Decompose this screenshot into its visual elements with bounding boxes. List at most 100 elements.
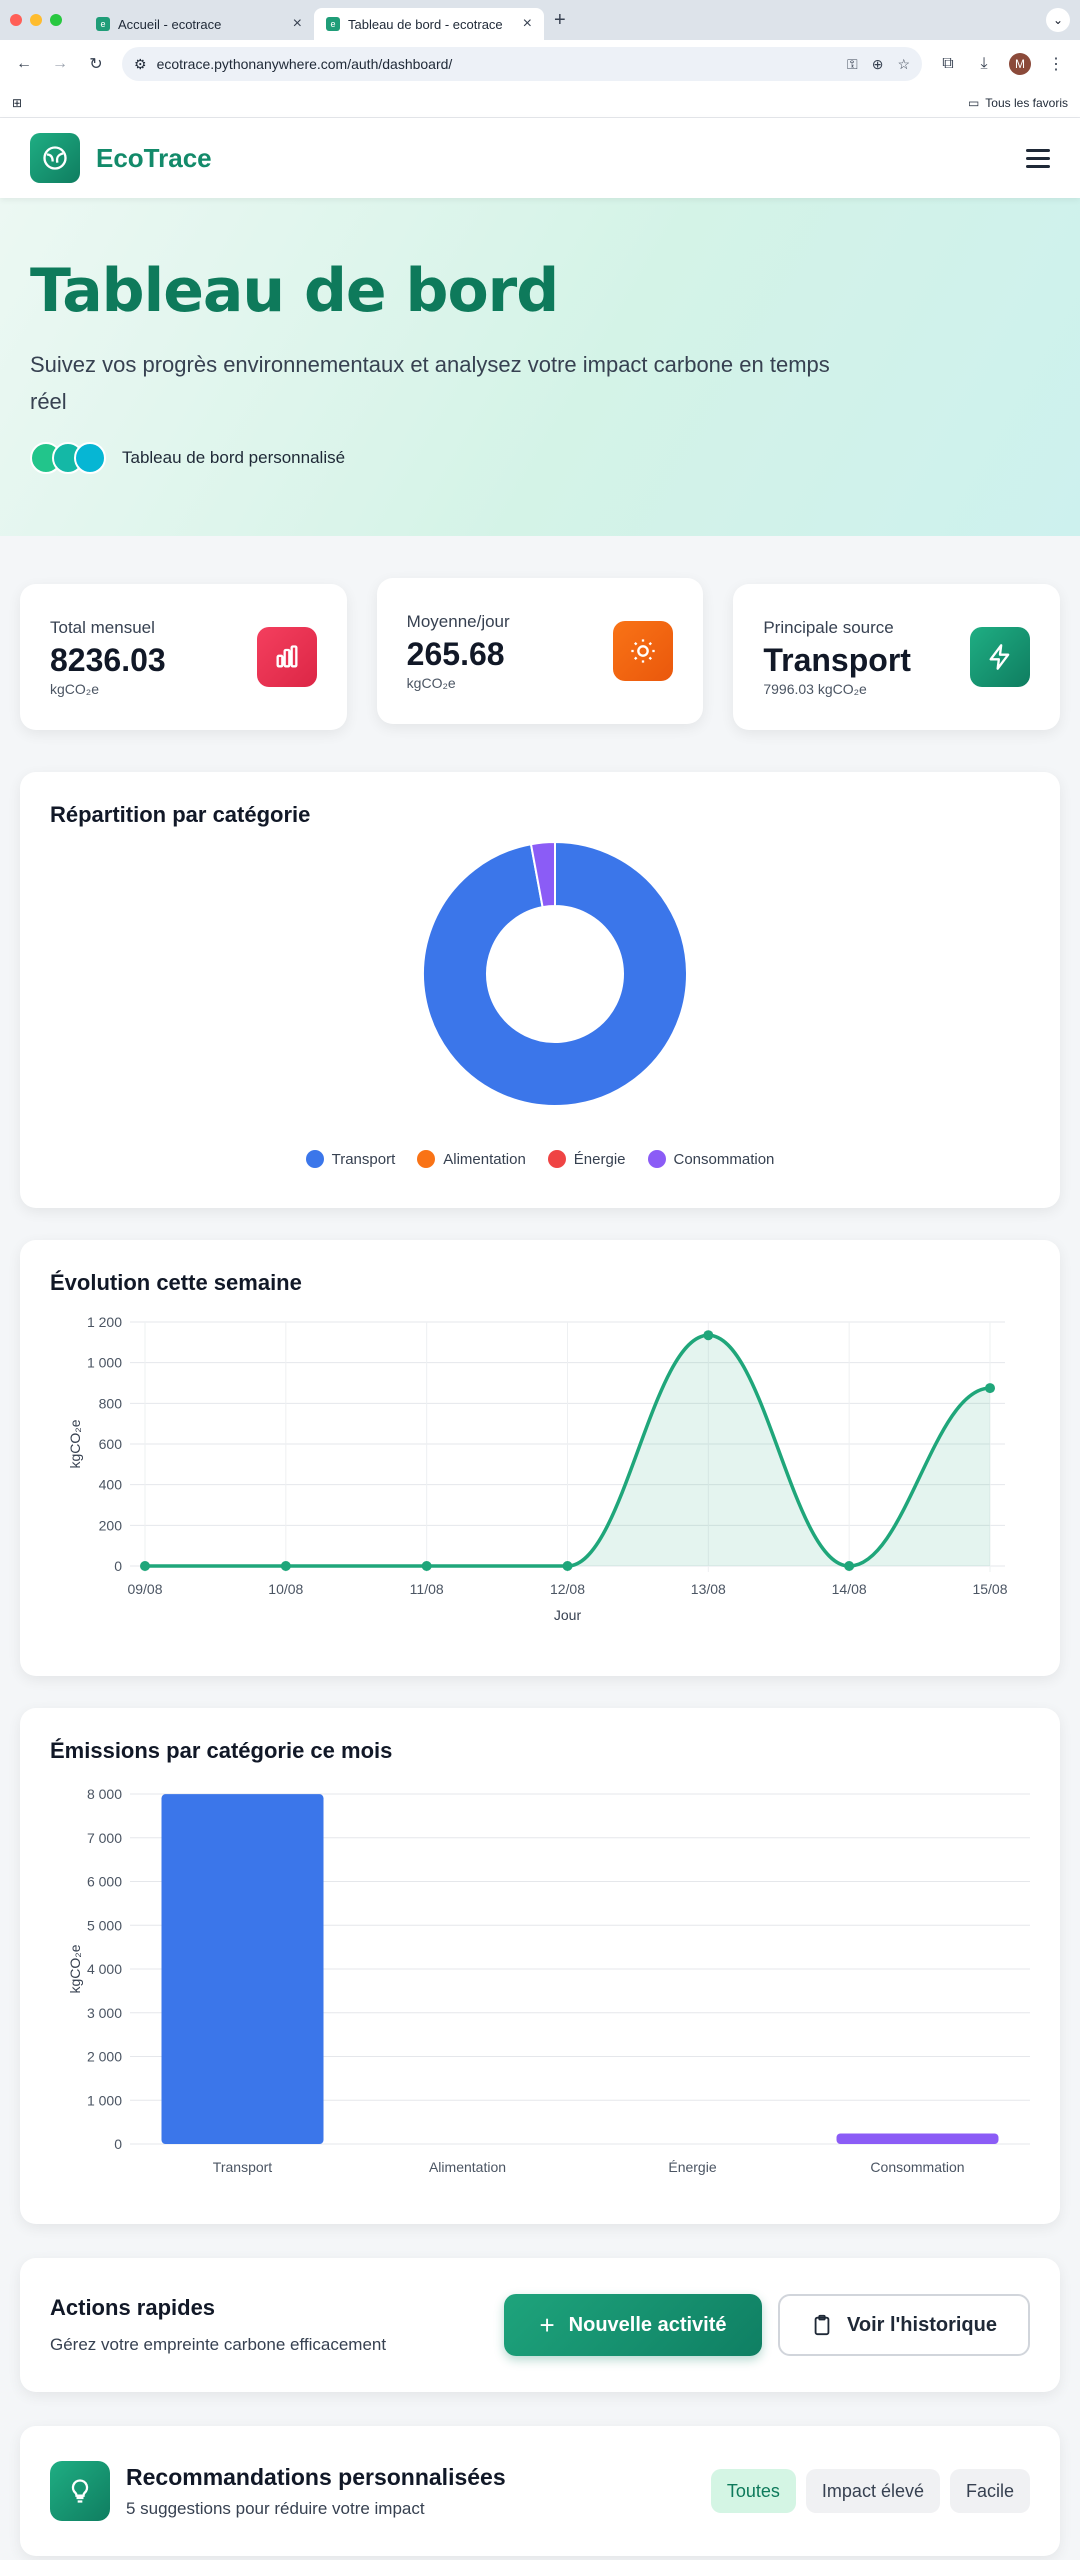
url-text: ecotrace.pythonanywhere.com/auth/dashboa…	[156, 56, 453, 72]
legend-item-energie[interactable]: Énergie	[547, 1150, 626, 1168]
y-tick-label: 4 000	[87, 1961, 122, 1977]
password-key-icon[interactable]: ⚿	[847, 56, 858, 73]
x-tick-label: 12/08	[550, 1581, 585, 1597]
y-tick-label: 600	[99, 1436, 123, 1452]
forward-icon[interactable]: →	[44, 48, 76, 80]
new-activity-label: Nouvelle activité	[568, 2313, 727, 2336]
x-tick-label: 09/08	[127, 1581, 162, 1597]
donut-chart	[422, 840, 688, 1107]
y-tick-label: 1 200	[87, 1314, 122, 1330]
x-tick-label: Transport	[213, 2159, 273, 2175]
download-icon[interactable]: ⤓	[968, 48, 1000, 80]
stats-row: Total mensuel 8236.03 kgCO₂e Moyenne/jou…	[0, 578, 1080, 730]
data-point	[985, 1383, 995, 1394]
all-bookmarks-label: Tous les favoris	[985, 95, 1068, 110]
legend-item-alimentation[interactable]: Alimentation	[417, 1150, 526, 1168]
legend-label: Consommation	[673, 1150, 775, 1168]
y-tick-label: 6 000	[87, 1874, 122, 1890]
recommendations-subtitle: 5 suggestions pour réduire votre impact	[126, 2498, 425, 2518]
new-tab-icon[interactable]: +	[554, 9, 566, 32]
stat-value: 265.68	[406, 635, 505, 672]
y-tick-label: 7 000	[87, 1830, 122, 1846]
x-tick-label: Énergie	[668, 2159, 716, 2175]
filter-all-button[interactable]: Toutes	[710, 2469, 796, 2513]
new-activity-button[interactable]: + Nouvelle activité	[504, 2294, 762, 2356]
recommendations-title: Recommandations personnalisées	[126, 2463, 506, 2490]
bar-chart-icon	[256, 627, 317, 687]
donut-chart-card: Répartition par catégorie Transport Alim…	[20, 772, 1060, 1208]
brand-name[interactable]: EcoTrace	[96, 143, 212, 174]
data-point	[844, 1561, 855, 1571]
bolt-icon	[970, 627, 1031, 687]
y-tick-label: 400	[99, 1477, 123, 1493]
y-tick-label: 200	[99, 1517, 123, 1533]
favicon-icon: e	[96, 17, 110, 31]
stat-value: 8236.03	[50, 641, 166, 678]
line-chart-title: Évolution cette semaine	[50, 1270, 302, 1295]
legend-item-consommation[interactable]: Consommation	[647, 1150, 775, 1168]
filter-high-impact-button[interactable]: Impact élevé	[805, 2469, 940, 2513]
history-button[interactable]: Voir l'historique	[778, 2294, 1030, 2356]
zoom-icon[interactable]: ⊕	[872, 56, 884, 73]
tab-title: Tableau de bord - ecotrace	[348, 16, 503, 32]
lightbulb-icon	[50, 2461, 110, 2521]
y-tick-label: 0	[114, 2136, 122, 2152]
stat-unit: 7996.03 kgCO₂e	[763, 680, 867, 697]
apps-grid-icon[interactable]: ⊞	[12, 96, 22, 110]
stat-card-total: Total mensuel 8236.03 kgCO₂e	[20, 584, 347, 730]
hero-section: Tableau de bord Suivez vos progrès envir…	[0, 198, 1080, 536]
back-icon[interactable]: ←	[8, 48, 40, 80]
bar-chart-card: Émissions par catégorie ce mois 0 1 000 2 …	[20, 1708, 1060, 2224]
close-window-button[interactable]	[10, 14, 22, 26]
profile-avatar[interactable]: M	[1004, 48, 1036, 80]
extensions-icon[interactable]: ⧉	[932, 48, 964, 80]
bar-transport	[161, 1794, 324, 2144]
maximize-window-button[interactable]	[50, 14, 62, 26]
bar-chart: 0 1 000 2 000 3 000 4 000 5 000 6 000 7 000 8 00…	[67, 1786, 1030, 2175]
plus-icon: +	[539, 2309, 555, 2340]
tab-strip: e Accueil - ecotrace × e Tableau de bord…	[0, 0, 1080, 40]
close-tab-icon[interactable]: ×	[293, 15, 302, 33]
data-point	[421, 1561, 432, 1571]
y-axis-label: kgCO₂e	[67, 1944, 83, 1993]
bookmarks-bar: ⊞ ▭ Tous les favoris	[0, 88, 1080, 118]
y-tick-label: 800	[99, 1395, 123, 1411]
window-controls	[10, 14, 62, 26]
browser-tab-accueil[interactable]: e Accueil - ecotrace ×	[84, 8, 314, 40]
tab-title: Accueil - ecotrace	[118, 16, 222, 32]
bookmark-star-icon[interactable]: ☆	[897, 56, 910, 73]
reload-icon[interactable]: ↻	[80, 48, 112, 80]
donut-legend: Transport Alimentation Énergie Consommat…	[50, 1150, 1030, 1168]
menu-icon[interactable]	[1026, 148, 1050, 168]
line-chart-card: Évolution cette semaine 0 200 400 600 800 1 0…	[20, 1240, 1060, 1676]
address-bar[interactable]: ⚙ ecotrace.pythonanywhere.com/auth/dashb…	[122, 47, 922, 81]
avatar-stack-icon	[30, 442, 106, 474]
minimize-window-button[interactable]	[30, 14, 42, 26]
line-chart: 0 200 400 600 800 1 000 1 200 09/08 10/08 11/08 12…	[67, 1314, 1008, 1623]
legend-item-transport[interactable]: Transport	[305, 1150, 395, 1168]
stat-unit: kgCO₂e	[50, 680, 100, 697]
legend-label: Énergie	[573, 1150, 626, 1168]
clipboard-icon	[814, 2314, 830, 2336]
recommendation-filters: Toutes Impact élevé Facile	[701, 2469, 1030, 2513]
legend-label: Alimentation	[443, 1150, 526, 1168]
browser-toolbar: ← → ↻ ⚙ ecotrace.pythonanywhere.com/auth…	[0, 40, 1080, 88]
stat-label: Principale source	[763, 617, 894, 637]
site-info-icon[interactable]: ⚙	[134, 56, 147, 73]
tab-search-icon[interactable]: ⌄	[1046, 8, 1070, 32]
browser-menu-icon[interactable]: ⋮	[1040, 48, 1072, 80]
x-tick-label: 11/08	[410, 1581, 444, 1597]
x-tick-label: Consommation	[870, 2159, 964, 2175]
data-point	[562, 1561, 573, 1571]
all-bookmarks-button[interactable]: ▭ Tous les favoris	[968, 96, 1068, 110]
logo-icon[interactable]	[30, 133, 80, 183]
history-label: Voir l'historique	[847, 2313, 997, 2336]
filter-easy-button[interactable]: Facile	[949, 2469, 1030, 2513]
y-tick-label: 3 000	[87, 2005, 122, 2021]
favicon-icon: e	[326, 17, 340, 31]
page-title: Tableau de bord	[30, 256, 559, 326]
x-tick-label: 14/08	[832, 1581, 867, 1597]
hero-badge: Tableau de bord personnalisé	[30, 442, 1050, 474]
browser-tab-dashboard[interactable]: e Tableau de bord - ecotrace ×	[314, 8, 544, 40]
close-tab-icon[interactable]: ×	[523, 15, 532, 33]
